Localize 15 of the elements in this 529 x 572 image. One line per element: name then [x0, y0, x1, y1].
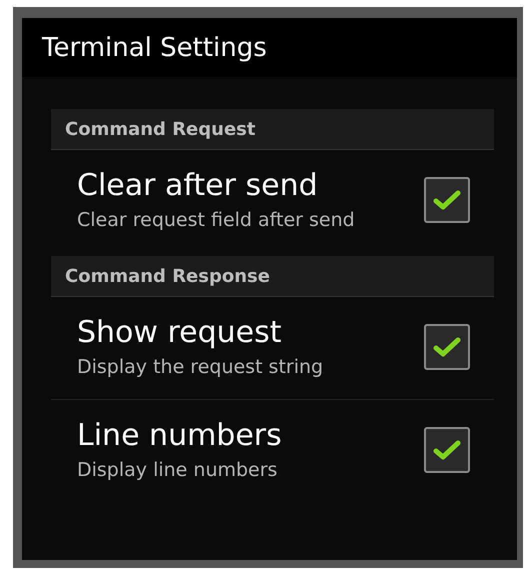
checkmark-icon [433, 336, 461, 358]
checkmark-icon [433, 189, 461, 211]
setting-title: Clear after send [77, 168, 319, 204]
setting-summary: Display line numbers [77, 458, 278, 482]
checkbox[interactable] [424, 324, 470, 370]
setting-title: Show request [77, 315, 283, 351]
setting-title: Line numbers [77, 418, 282, 454]
dialog-title: Terminal Settings [22, 18, 517, 77]
checkmark-icon [433, 439, 461, 461]
checkbox[interactable] [424, 177, 470, 223]
section-header: Command Response [51, 256, 494, 297]
section-header: Command Request [51, 109, 494, 150]
setting-summary: Clear request field after send [77, 208, 355, 232]
setting-summary: Display the request string [77, 355, 324, 379]
checkbox[interactable] [424, 427, 470, 473]
